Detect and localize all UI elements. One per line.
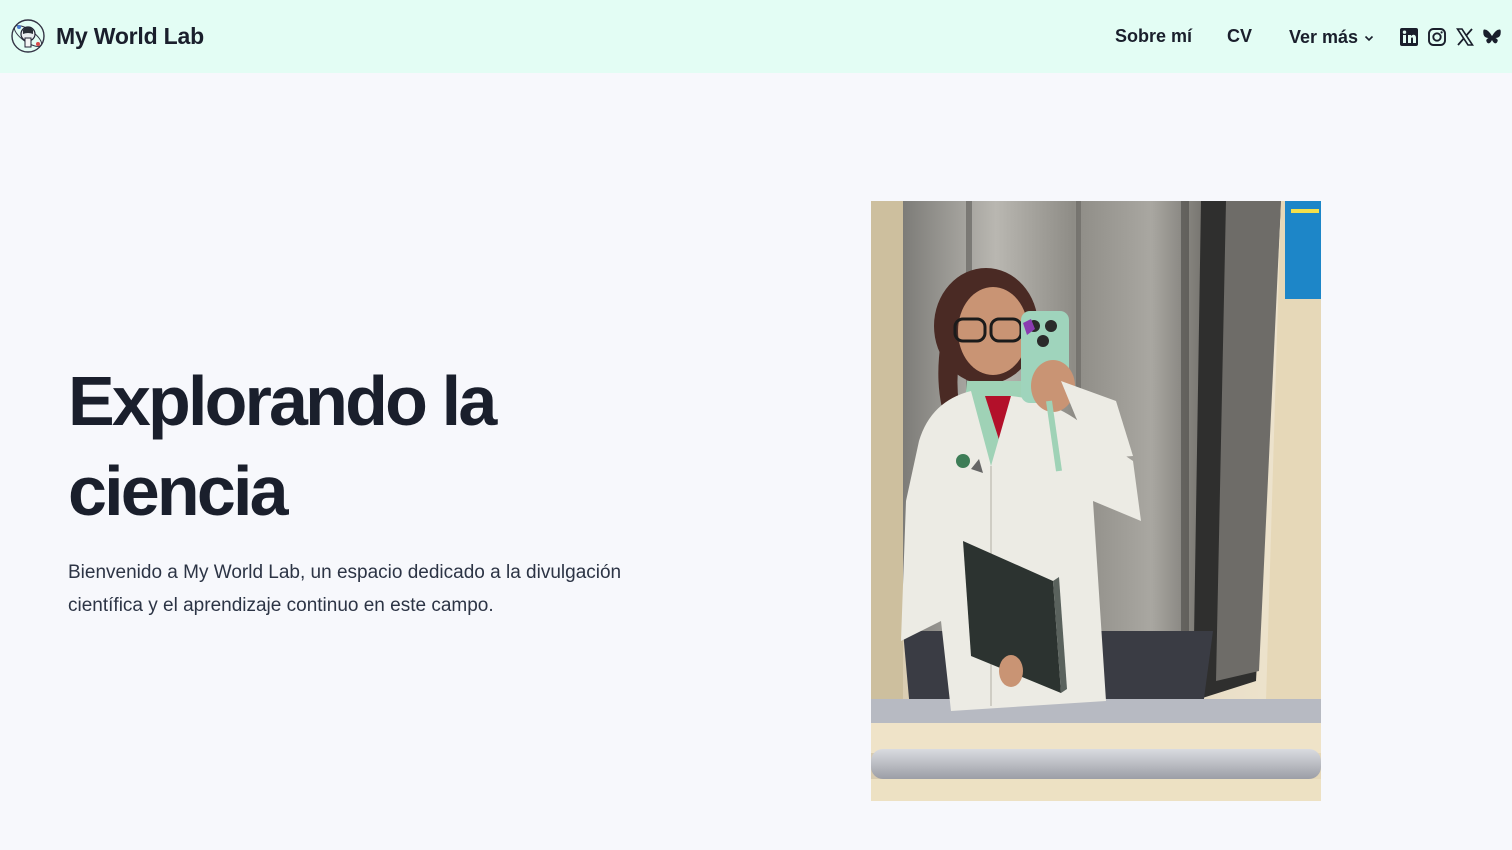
hero-title: Explorando la ciencia [68,356,668,536]
main-nav: Sobre mí CV Ver más [0,24,1512,52]
nav-link-sobre-mi[interactable]: Sobre mí [1115,26,1192,47]
instagram-link[interactable] [1427,27,1451,51]
nav-link-cv[interactable]: CV [1227,26,1252,47]
chevron-down-icon [1364,35,1374,41]
nav-dropdown-label: Ver más [1289,27,1359,47]
hero-photo [871,201,1321,801]
hero-description: Bienvenido a My World Lab, un espacio de… [68,562,622,616]
bluesky-icon [1483,29,1501,44]
instagram-icon [1428,28,1446,46]
x-link[interactable] [1455,27,1479,51]
mirror-selfie-photo [871,201,1321,801]
site-header: My World Lab Sobre mí CV Ver más [0,0,1512,73]
nav-dropdown-ver-mas[interactable]: Ver más [1289,27,1374,48]
bluesky-link[interactable] [1482,27,1506,51]
x-icon [1456,28,1474,46]
hero-title-line-2: ciencia [68,452,289,530]
linkedin-link[interactable] [1399,27,1423,51]
linkedin-icon [1400,28,1418,46]
hero-title-line-1: Explorando la [68,362,497,440]
